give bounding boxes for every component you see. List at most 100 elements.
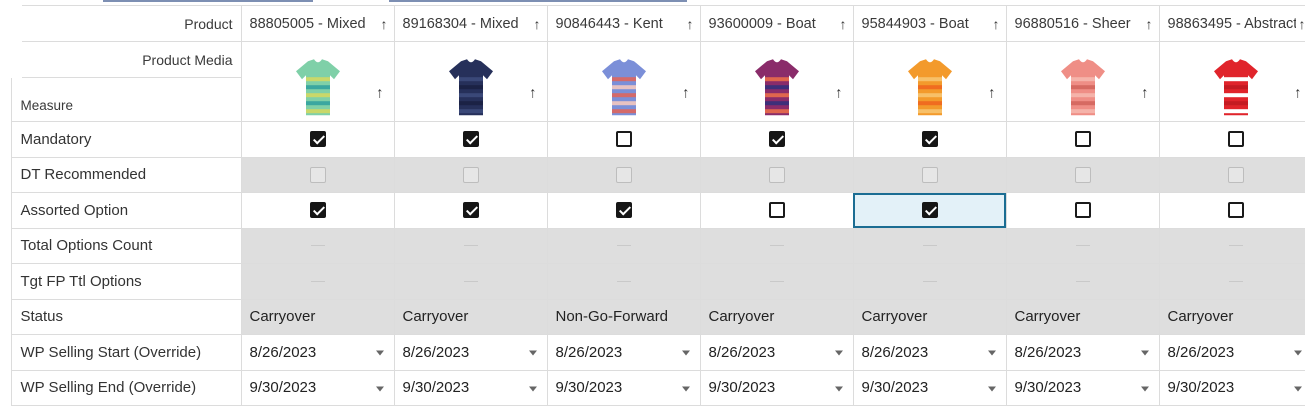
status-cell: Non-Go-Forward [546,298,701,335]
sort-icon[interactable]: ↑ [1294,84,1302,101]
chevron-down-icon[interactable] [528,350,537,356]
tgt-fp-ttl-options-cell [546,263,701,300]
chevron-down-icon[interactable] [987,386,996,392]
mandatory-cell[interactable] [1005,121,1160,158]
mandatory-label: Mandatory [10,121,242,158]
wp-selling-start-dropdown[interactable]: 8/26/2023 [699,334,854,371]
empty-value [463,280,478,282]
checkbox[interactable] [309,131,326,148]
wp-selling-end-dropdown[interactable]: 9/30/2023 [546,369,701,406]
chevron-down-icon[interactable] [834,350,843,356]
chevron-down-icon[interactable] [1140,386,1149,392]
chevron-down-icon[interactable] [681,350,690,356]
assorted-option-cell[interactable] [546,192,701,229]
shirt-pink-print-icon [1060,58,1105,115]
scroll-indicator [103,0,313,2]
date-value: 9/30/2023 [708,379,776,397]
mandatory-cell[interactable] [852,121,1007,158]
empty-value [922,280,937,282]
checkbox[interactable] [768,202,785,219]
checkbox[interactable] [615,131,632,148]
checkbox[interactable] [1074,131,1091,148]
sort-icon[interactable]: ↑ [835,84,843,101]
product-column-header[interactable]: 96880516 - Sheer ↑ [1005,5,1160,42]
sort-icon[interactable]: ↑ [381,16,388,32]
mandatory-cell[interactable] [546,121,701,158]
sort-icon[interactable]: ↑ [529,84,537,101]
chevron-down-icon[interactable] [1293,386,1302,392]
empty-value [922,245,937,247]
dt-recommended-cell [852,156,1007,193]
wp-selling-start-dropdown[interactable]: 8/26/2023 [546,334,701,371]
empty-value [769,280,784,282]
checkbox[interactable] [921,202,938,219]
product-media-cell[interactable]: ↑ [546,41,701,122]
checkbox[interactable] [1227,202,1244,219]
product-media-cell[interactable]: ↑ [393,41,548,122]
wp-selling-start-dropdown[interactable]: 8/26/2023 [393,334,548,371]
wp-selling-end-dropdown[interactable]: 9/30/2023 [852,369,1007,406]
product-media-cell[interactable]: ↑ [852,41,1007,122]
chevron-down-icon[interactable] [375,386,384,392]
sort-icon[interactable]: ↑ [840,16,847,32]
mandatory-cell[interactable] [240,121,395,158]
mandatory-cell[interactable] [699,121,854,158]
assorted-option-cell[interactable] [393,192,548,229]
sort-icon[interactable]: ↑ [988,84,996,101]
wp-selling-start-dropdown[interactable]: 8/26/2023 [1158,334,1305,371]
wp-selling-end-dropdown[interactable]: 9/30/2023 [240,369,395,406]
chevron-down-icon[interactable] [681,386,690,392]
assorted-option-cell[interactable] [852,192,1007,229]
chevron-down-icon[interactable] [375,350,384,356]
chevron-down-icon[interactable] [987,350,996,356]
product-column-header[interactable]: 88805005 - Mixed ↑ [240,5,395,42]
sort-icon[interactable]: ↑ [376,84,384,101]
checkbox[interactable] [1074,202,1091,219]
chevron-down-icon[interactable] [834,386,843,392]
mandatory-cell[interactable] [393,121,548,158]
product-media-cell[interactable]: ↑ [240,41,395,122]
checkbox[interactable] [768,131,785,148]
wp-selling-start-dropdown[interactable]: 8/26/2023 [1005,334,1160,371]
wp-selling-start-dropdown[interactable]: 8/26/2023 [240,334,395,371]
wp-selling-start-dropdown[interactable]: 8/26/2023 [852,334,1007,371]
checkbox[interactable] [1227,131,1244,148]
wp-selling-end-dropdown[interactable]: 9/30/2023 [393,369,548,406]
sort-icon[interactable]: ↑ [1141,84,1149,101]
assorted-option-cell[interactable] [1158,192,1305,229]
product-name: 93600009 - Boat [708,15,816,32]
product-column-header[interactable]: 90846443 - Kent ↑ [546,5,701,42]
product-column-header[interactable]: 95844903 - Boat ↑ [852,5,1007,42]
sort-icon[interactable]: ↑ [687,16,694,32]
empty-value [1228,245,1243,247]
sort-icon[interactable]: ↑ [1299,16,1305,32]
mandatory-cell[interactable] [1158,121,1305,158]
wp-selling-end-dropdown[interactable]: 9/30/2023 [699,369,854,406]
chevron-down-icon[interactable] [1293,350,1302,356]
product-column-header[interactable]: 89168304 - Mixed ↑ [393,5,548,42]
checkbox[interactable] [462,131,479,148]
assorted-option-cell[interactable] [699,192,854,229]
product-column-header[interactable]: 93600009 - Boat ↑ [699,5,854,42]
product-media-cell[interactable]: ↑ [1005,41,1160,122]
wp-selling-end-dropdown[interactable]: 9/30/2023 [1005,369,1160,406]
sort-icon[interactable]: ↑ [1146,16,1153,32]
checkbox[interactable] [309,202,326,219]
checkbox[interactable] [921,131,938,148]
checkbox[interactable] [462,202,479,219]
product-column-header[interactable]: 98863495 - Abstract ↑ [1158,5,1305,42]
chevron-down-icon[interactable] [528,386,537,392]
sort-icon[interactable]: ↑ [993,16,1000,32]
checkbox[interactable] [615,202,632,219]
sort-icon[interactable]: ↑ [682,84,690,101]
sort-icon[interactable]: ↑ [534,16,541,32]
dt-recommended-row: DT Recommended [10,156,1305,193]
product-media-header-label: Product Media [0,41,242,78]
assorted-option-cell[interactable] [1005,192,1160,229]
chevron-down-icon[interactable] [1140,350,1149,356]
wp-selling-end-dropdown[interactable]: 9/30/2023 [1158,369,1305,406]
product-media-cell[interactable]: ↑ [1158,41,1305,122]
product-media-cell[interactable]: ↑ [699,41,854,122]
assorted-option-cell[interactable] [240,192,395,229]
tgt-fp-ttl-options-row: Tgt FP Ttl Options [10,263,1305,300]
